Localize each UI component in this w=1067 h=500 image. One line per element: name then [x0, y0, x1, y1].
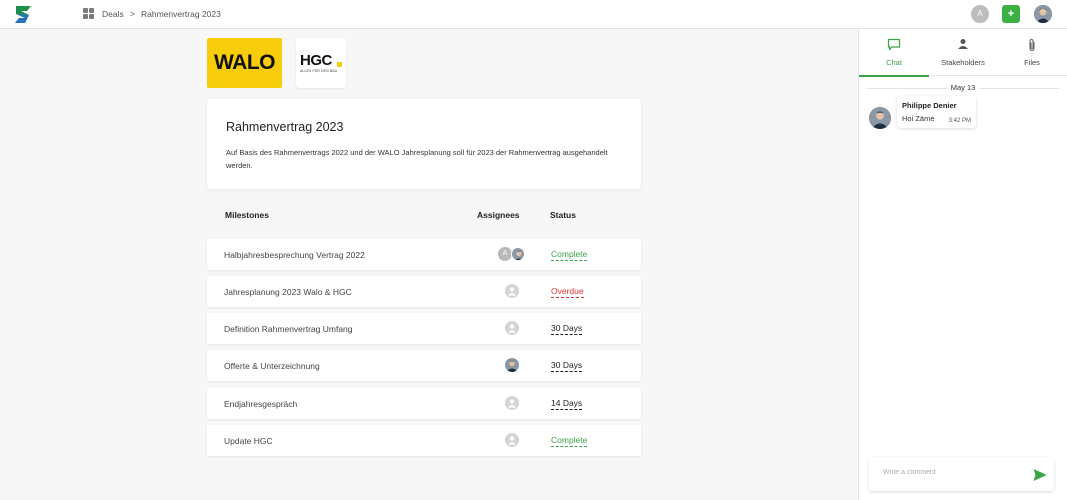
walo-logo: WALO	[207, 38, 282, 88]
milestone-status[interactable]: 30 Days	[551, 324, 583, 335]
breadcrumb-current: Rahmenvertrag 2023	[141, 8, 221, 19]
breadcrumb-deals[interactable]: Deals	[102, 9, 124, 19]
person-icon	[958, 39, 968, 49]
profile-avatar[interactable]	[1034, 5, 1052, 23]
paperclip-icon	[1029, 38, 1035, 52]
comment-box	[869, 457, 1054, 491]
message-time: 3:42 PM	[948, 118, 971, 124]
chat-message[interactable]: Philippe Denier Hoi Zäme 3:42 PM	[897, 96, 976, 128]
assignees-column-header: Assignees	[477, 210, 520, 220]
tab-chat-label: Chat	[886, 58, 902, 67]
tab-stakeholders-label: Stakeholders	[941, 58, 985, 67]
empty-assignee-icon[interactable]	[505, 321, 519, 335]
top-bar: Deals > Rahmenvertrag 2023 A +	[0, 0, 1067, 29]
add-button[interactable]: +	[1002, 5, 1020, 23]
milestone-name: Definition Rahmenvertrag Umfang	[224, 324, 353, 334]
assignees[interactable]: A	[498, 247, 528, 262]
breadcrumb: Deals > Rahmenvertrag 2023	[83, 8, 221, 19]
empty-assignee-icon[interactable]	[505, 396, 519, 410]
empty-assignee-icon[interactable]	[505, 433, 519, 447]
send-icon[interactable]	[1033, 468, 1047, 482]
deal-title: Rahmenvertrag 2023	[226, 120, 344, 134]
hgc-logo-text: HGC	[300, 52, 332, 69]
chat-icon	[887, 38, 901, 51]
milestone-row[interactable]: Offerte & Unterzeichnung 30 Days	[207, 350, 641, 381]
assignee-photo-avatar[interactable]	[505, 358, 519, 372]
status-column-header: Status	[550, 210, 576, 220]
breadcrumb-separator-icon: >	[129, 8, 135, 19]
side-panel: Chat Stakeholders Files May 13 Philippe …	[858, 29, 1067, 500]
assignee-photo-avatar[interactable]	[511, 247, 525, 261]
date-separator: May 13	[867, 83, 1059, 93]
assignees[interactable]	[498, 358, 528, 373]
message-text: Hoi Zäme	[902, 114, 935, 123]
comment-input[interactable]	[883, 469, 1023, 476]
assignees[interactable]	[498, 433, 528, 448]
app-logo-icon[interactable]	[13, 5, 33, 24]
tab-chat[interactable]: Chat	[859, 29, 929, 77]
milestone-name: Offerte & Unterzeichnung	[224, 361, 320, 371]
dashboard-grid-icon[interactable]	[83, 8, 94, 19]
milestone-row[interactable]: Definition Rahmenvertrag Umfang 30 Days	[207, 313, 641, 344]
assignees[interactable]	[498, 396, 528, 411]
milestones-header: Milestones Assignees Status	[207, 210, 641, 224]
hgc-logo: HGC ALLES FÜR DEN BAU	[296, 38, 346, 88]
milestone-row[interactable]: Update HGC Complete	[207, 425, 641, 456]
message-author: Philippe Denier	[902, 101, 957, 110]
tab-files[interactable]: Files	[997, 29, 1067, 76]
user-initial-avatar[interactable]: A	[971, 5, 989, 23]
milestone-status[interactable]: Overdue	[551, 287, 584, 298]
milestone-status[interactable]: Complete	[551, 436, 588, 447]
panel-tabs: Chat Stakeholders Files	[859, 29, 1067, 77]
person-photo-icon	[512, 248, 524, 260]
milestone-row[interactable]: Halbjahresbesprechung Vertrag 2022 A Com…	[207, 239, 641, 270]
person-photo-icon	[869, 107, 891, 129]
hgc-logo-dot	[337, 62, 342, 67]
assignees[interactable]	[498, 321, 528, 336]
deal-description-card: Rahmenvertrag 2023 Auf Basis des Rahmenv…	[207, 99, 641, 189]
hgc-logo-tagline: ALLES FÜR DEN BAU	[300, 69, 338, 73]
person-photo-icon	[505, 358, 519, 372]
milestones-column-header: Milestones	[225, 210, 269, 220]
deal-description: Auf Basis des Rahmenvertrags 2022 und de…	[226, 148, 608, 170]
message-author-avatar[interactable]	[869, 107, 891, 129]
date-separator-label: May 13	[946, 83, 980, 92]
milestone-status[interactable]: 30 Days	[551, 361, 583, 372]
milestone-name: Jahresplanung 2023 Walo & HGC	[224, 287, 352, 297]
assignee-initial-avatar[interactable]: A	[498, 247, 512, 261]
milestone-name: Update HGC	[224, 436, 273, 446]
profile-photo-icon	[1034, 5, 1052, 23]
tab-files-label: Files	[1024, 58, 1040, 67]
tab-stakeholders[interactable]: Stakeholders	[928, 29, 998, 76]
milestone-row[interactable]: Endjahresgespräch 14 Days	[207, 388, 641, 419]
milestone-name: Halbjahresbesprechung Vertrag 2022	[224, 250, 365, 260]
milestone-status[interactable]: 14 Days	[551, 399, 583, 410]
milestone-status[interactable]: Complete	[551, 250, 588, 261]
milestone-name: Endjahresgespräch	[224, 399, 298, 409]
milestone-row[interactable]: Jahresplanung 2023 Walo & HGC Overdue	[207, 276, 641, 307]
assignees[interactable]	[498, 284, 528, 299]
empty-assignee-icon[interactable]	[505, 284, 519, 298]
